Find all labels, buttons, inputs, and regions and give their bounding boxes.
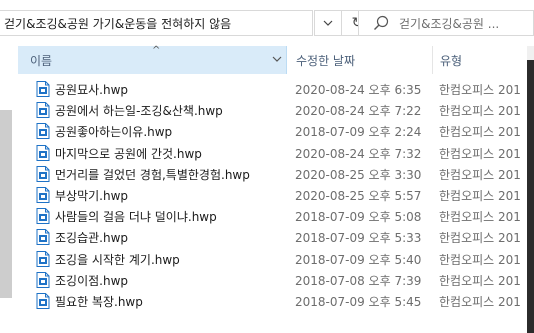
- hwp-file-icon: [36, 229, 50, 246]
- column-header-name[interactable]: 이름 ^: [18, 45, 287, 74]
- file-date: 2020-08-25 오후 3:30: [295, 167, 422, 182]
- file-date: 2018-07-09 오후 2:24: [295, 125, 422, 140]
- file-name: 마지막으로 공원에 간것.hwp: [55, 146, 202, 161]
- file-type: 한컴오피스 201: [439, 294, 521, 309]
- file-type: 한컴오피스 201: [439, 273, 521, 288]
- file-row[interactable]: 조깅이점.hwp 2018-07-08 오후 7:39 한컴오피스 201: [18, 269, 528, 290]
- sort-ascending-icon: ^: [152, 45, 161, 56]
- hwp-file-icon: [36, 81, 50, 97]
- file-row[interactable]: 조깅습관.hwp 2018-07-09 오후 5:33 한컴오피스 201: [18, 226, 528, 247]
- file-name: 사람들의 걸음 더냐 덜이냐.hwp: [55, 210, 217, 225]
- file-row[interactable]: 먼거리를 걸었던 경험,특별한경험.hwp 2020-08-25 오후 3:30 한…: [18, 163, 528, 184]
- address-history-dropdown[interactable]: [314, 10, 342, 36]
- file-name: 조깅을 시작한 계기.hwp: [55, 252, 180, 267]
- file-name: 공원에서 하는일-조깅&산책.hwp: [55, 104, 223, 119]
- file-name: 부상막기.hwp: [55, 188, 129, 203]
- file-name: 조깅습관.hwp: [55, 231, 129, 246]
- search-icon: [374, 15, 389, 30]
- file-row[interactable]: 공원좋아하는이유.hwp 2018-07-09 오후 2:24 한컴오피스 201: [18, 120, 528, 141]
- file-type: 한컴오피스 201: [439, 231, 521, 246]
- hwp-file-icon: [36, 165, 50, 182]
- file-name: 공원좋아하는이유.hwp: [55, 125, 173, 140]
- file-name: 공원묘사.hwp: [55, 83, 129, 97]
- column-header-type[interactable]: 유형: [440, 46, 462, 74]
- hwp-file-icon: [36, 292, 50, 309]
- column-type-label: 유형: [440, 53, 463, 68]
- file-list: 공원묘사.hwp 2020-08-24 오후 6:35 한컴오피스 201 공원에서 …: [18, 78, 528, 311]
- file-date: 2018-07-09 오후 5:40: [295, 252, 422, 267]
- column-header: 이름 ^ 수정한 날짜 유형: [18, 45, 534, 74]
- file-date: 2020-08-24 오후 6:35: [295, 83, 422, 97]
- file-type: 한컴오피스 201: [439, 104, 521, 119]
- file-name: 필요한 복장.hwp: [55, 294, 143, 309]
- file-name: 먼거리를 걸었던 경험,특별한경험.hwp: [55, 167, 250, 182]
- column-name-label: 이름: [30, 53, 53, 68]
- file-date: 2018-07-09 오후 5:45: [295, 294, 422, 309]
- address-path: 걷기&조깅&공원 가기&운동을 전혀하지 않음: [4, 16, 232, 31]
- column-date-label: 수정한 날짜: [296, 53, 356, 68]
- file-type: 한컴오피스 201: [439, 252, 521, 267]
- search-box[interactable]: 걷기&조깅&공원 ...: [358, 10, 534, 36]
- file-date: 2020-08-24 오후 7:22: [295, 104, 422, 119]
- hwp-file-icon: [36, 208, 50, 225]
- file-date: 2018-07-08 오후 7:39: [295, 273, 422, 288]
- file-type: 한컴오피스 201: [439, 167, 521, 182]
- file-date: 2020-08-25 오후 5:57: [295, 188, 422, 203]
- navigation-pane-scrollbar[interactable]: [0, 110, 12, 298]
- hwp-file-icon: [36, 123, 50, 140]
- file-row[interactable]: 사람들의 걸음 더냐 덜이냐.hwp 2018-07-09 오후 5:08 한컴오피…: [18, 205, 528, 226]
- file-name: 조깅이점.hwp: [55, 273, 129, 288]
- file-type: 한컴오피스 201: [439, 125, 521, 140]
- column-divider[interactable]: [432, 46, 433, 74]
- column-filter-chevron-icon[interactable]: [272, 55, 282, 63]
- file-date: 2020-08-24 오후 7:32: [295, 146, 422, 161]
- chevron-down-icon: [323, 20, 333, 26]
- file-type: 한컴오피스 201: [439, 188, 521, 203]
- file-type: 한컴오피스 201: [439, 146, 521, 161]
- file-row[interactable]: 부상막기.hwp 2020-08-25 오후 5:57 한컴오피스 201: [18, 184, 528, 205]
- hwp-file-icon: [36, 250, 50, 267]
- file-row[interactable]: 공원묘사.hwp 2020-08-24 오후 6:35 한컴오피스 201: [18, 78, 528, 99]
- search-placeholder: 걷기&조깅&공원 ...: [399, 16, 500, 31]
- vertical-scrollbar-thumb[interactable]: [527, 60, 534, 333]
- file-type: 한컴오피스 201: [439, 83, 521, 97]
- file-row[interactable]: 필요한 복장.hwp 2018-07-09 오후 5:45 한컴오피스 201: [18, 290, 528, 311]
- column-header-date[interactable]: 수정한 날짜: [296, 46, 355, 74]
- file-row[interactable]: 마지막으로 공원에 간것.hwp 2020-08-24 오후 7:32 한컴오피스 …: [18, 142, 528, 163]
- hwp-file-icon: [36, 102, 50, 119]
- file-date: 2018-07-09 오후 5:33: [295, 231, 422, 246]
- hwp-file-icon: [36, 186, 50, 203]
- file-date: 2018-07-09 오후 5:08: [295, 210, 422, 225]
- address-bar[interactable]: 걷기&조깅&공원 가기&운동을 전혀하지 않음: [0, 10, 313, 36]
- file-type: 한컴오피스 201: [439, 210, 521, 225]
- address-bar-row: 걷기&조깅&공원 가기&운동을 전혀하지 않음 ↻ 걷기&조깅&공원 ...: [0, 0, 534, 46]
- file-row[interactable]: 조깅을 시작한 계기.hwp 2018-07-09 오후 5:40 한컴오피스 20…: [18, 248, 528, 269]
- hwp-file-icon: [36, 271, 50, 288]
- hwp-file-icon: [36, 144, 50, 161]
- file-row[interactable]: 공원에서 하는일-조깅&산책.hwp 2020-08-24 오후 7:22 한컴오피…: [18, 99, 528, 120]
